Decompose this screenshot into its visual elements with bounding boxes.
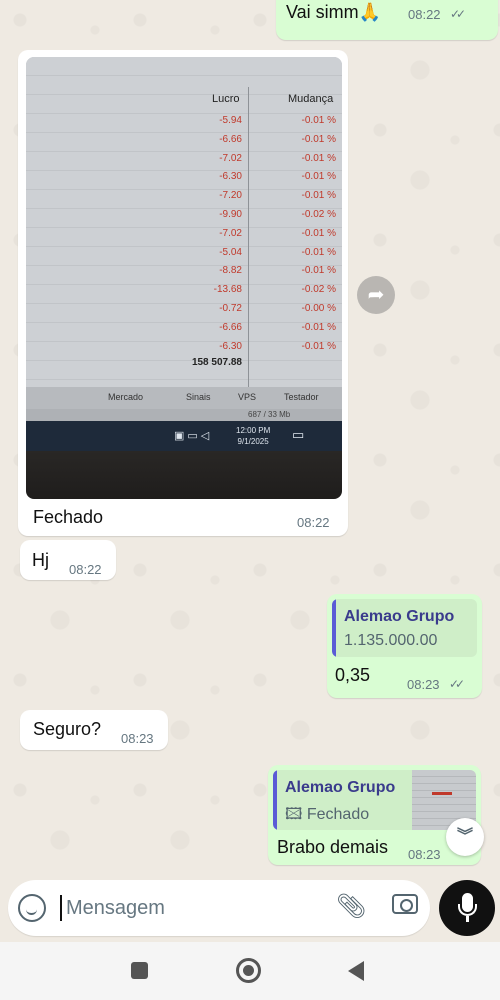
microphone-icon-stand <box>458 904 477 916</box>
message-time: 08:22 <box>408 7 441 22</box>
chevrons-down-icon[interactable]: ︾ <box>446 818 484 856</box>
photo-cell-mudanca: -0.01 % <box>301 190 336 202</box>
photo-cell-lucro: -6.66 <box>219 133 242 145</box>
photo-cell-mudanca: -0.01 % <box>301 133 336 145</box>
notification-icon: ▭ <box>292 427 305 442</box>
photo-cell-mudanca: -0.01 % <box>301 227 336 239</box>
message-text: 0,35 <box>335 665 371 685</box>
photo-status-bar: Mercado Sinais VPS Testador <box>26 387 342 409</box>
photo-cell-mudanca: -0.01 % <box>301 246 336 258</box>
read-receipt-icon: ✓✓ <box>450 7 466 21</box>
microphone-icon-leg <box>466 916 469 922</box>
photo-cell-mudanca: -0.00 % <box>301 303 336 314</box>
message-time: 08:22 <box>297 515 330 530</box>
quoted-text: 1.135.000.00 <box>344 632 438 649</box>
message-time: 08:23 <box>408 847 441 862</box>
photo-cell-lucro: -6.30 <box>219 171 242 183</box>
photo-cell-mudanca: -0.01 % <box>301 152 336 164</box>
read-receipt-icon: ✓✓ <box>449 677 465 691</box>
photo-cell-lucro: -7.20 <box>219 190 242 202</box>
photo-header-lucro: Lucro <box>212 93 240 105</box>
photo-status-sinais: Sinais <box>186 392 211 402</box>
message-text: Seguro? <box>33 719 102 739</box>
quoted-sender: Alemao Grupo <box>285 779 396 796</box>
photo-cell-lucro: -8.82 <box>219 265 242 277</box>
photo-cell-mudanca: -0.02 % <box>301 209 336 220</box>
photo-monitor-screen: Lucro Mudança -5.94 -0.01 % -6.66 -0.01 % -7… <box>26 57 342 387</box>
message-text: Brabo demais <box>277 837 389 857</box>
microphone-button[interactable] <box>439 880 495 936</box>
message-input[interactable] <box>60 895 320 921</box>
photo-cell-mudanca: -0.01 % <box>301 340 336 352</box>
photo-cell-lucro: -6.66 <box>219 321 242 333</box>
photo-column-divider <box>248 87 249 387</box>
photo-clock-time: 12:00 PM <box>236 426 271 435</box>
photo-net-text: 687 / 33 Mb <box>248 410 291 419</box>
photo-cell-mudanca: -0.01 % <box>301 321 336 333</box>
quoted-sender: Alemao Grupo <box>344 608 455 625</box>
photo-net-bar: 687 / 33 Mb <box>26 409 342 421</box>
photo-clock: 12:00 PM 9/1/2025 <box>236 425 270 447</box>
quoted-message[interactable]: Alemao Grupo 1.135.000.00 <box>332 599 477 657</box>
quoted-text: Fechado <box>306 806 370 823</box>
recents-icon[interactable] <box>131 962 148 979</box>
camera-icon[interactable] <box>392 894 418 914</box>
photo-status-testador: Testador <box>284 392 319 402</box>
forward-icon[interactable]: ➦ <box>357 276 395 314</box>
photo-cell-mudanca: -0.01 % <box>301 115 336 126</box>
photo-cell-lucro: -13.68 <box>213 284 242 296</box>
incoming-message[interactable]: Hj 08:22 <box>20 540 116 580</box>
photo-total: 158 507.88 <box>191 357 242 368</box>
photo-tray-icons: ▣▭◁ <box>174 430 213 442</box>
incoming-message[interactable]: Seguro? 08:23 <box>20 710 168 750</box>
quoted-text-row: 🖾 Fechado <box>285 803 369 830</box>
photo-cell-lucro: -5.04 <box>219 246 242 258</box>
home-icon[interactable] <box>236 958 261 983</box>
photo-clock-date: 9/1/2025 <box>237 437 269 446</box>
photo-cell-mudanca: -0.01 % <box>301 171 336 183</box>
message-composer: 📎︎ <box>0 880 500 940</box>
photo-icon: 🖾 <box>285 806 307 823</box>
quote-bar <box>273 770 277 830</box>
photo-cell-mudanca: -0.01 % <box>301 265 336 277</box>
photo-status-vps: VPS <box>238 392 257 402</box>
message-caption: Fechado <box>33 507 104 527</box>
message-text: Hj <box>32 550 49 570</box>
paperclip-icon[interactable]: 📎︎ <box>336 892 366 921</box>
photo-taskbar: ▣▭◁ 12:00 PM 9/1/2025 ▭ <box>26 421 342 451</box>
outgoing-reply-message[interactable]: Alemao Grupo 1.135.000.00 0,35 08:23 ✓✓ <box>327 594 482 698</box>
photo-cell-mudanca: -0.02 % <box>301 284 336 296</box>
photo-cell-lucro: -9.90 <box>219 209 242 220</box>
message-text: Vai simm🙏 <box>286 2 382 22</box>
photo-status-mercado: Mercado <box>108 392 144 402</box>
message-input-container[interactable]: 📎︎ <box>8 880 430 936</box>
message-time: 08:23 <box>121 731 154 746</box>
photo-cell-lucro: -5.94 <box>219 115 242 126</box>
photo-cell-lucro: -0.72 <box>219 303 242 314</box>
message-photo[interactable]: Lucro Mudança -5.94 -0.01 % -6.66 -0.01 % -7… <box>26 57 342 499</box>
incoming-image-message[interactable]: Lucro Mudança -5.94 -0.01 % -6.66 -0.01 % -7… <box>18 50 348 536</box>
photo-cell-lucro: -7.02 <box>219 152 242 164</box>
outgoing-message[interactable]: Vai simm🙏 08:22 ✓✓ <box>276 0 498 40</box>
system-nav-bar <box>0 942 500 1000</box>
back-icon[interactable] <box>348 961 364 981</box>
photo-cell-lucro: -7.02 <box>219 227 242 239</box>
sticker-icon[interactable] <box>18 894 46 922</box>
quote-bar <box>332 599 336 657</box>
photo-header-mudanca: Mudança <box>288 93 334 105</box>
message-time: 08:22 <box>69 562 102 577</box>
message-time: 08:23 <box>407 677 440 692</box>
outgoing-reply-message[interactable]: Alemao Grupo 🖾 Fechado Brabo demais 08:2… <box>268 765 481 865</box>
photo-cell-lucro: -6.30 <box>219 340 242 352</box>
quoted-message[interactable]: Alemao Grupo 🖾 Fechado <box>273 770 476 830</box>
